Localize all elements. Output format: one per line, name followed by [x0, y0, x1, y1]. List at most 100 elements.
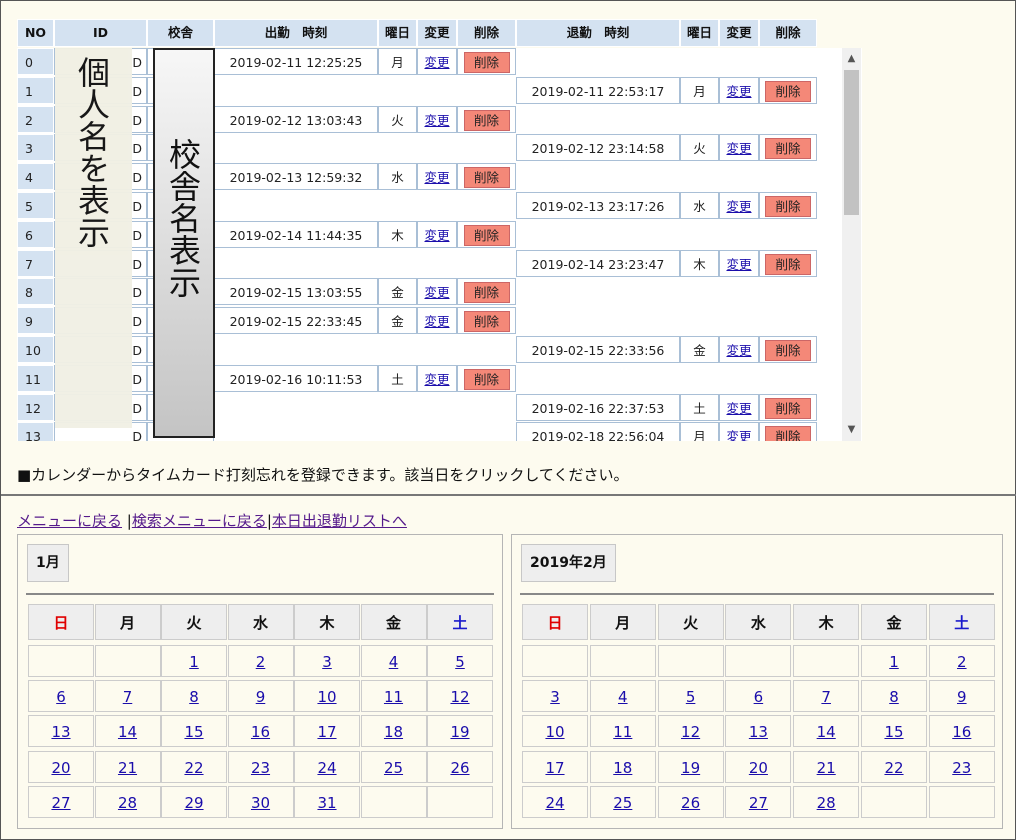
delete-clock-in-button[interactable]: 削除 — [463, 224, 510, 246]
back-to-menu-link[interactable]: メニューに戻る — [17, 512, 122, 530]
calendar-day-link[interactable]: 30 — [251, 794, 270, 812]
calendar-day-link[interactable]: 29 — [184, 794, 203, 812]
delete-clock-in-button[interactable]: 削除 — [463, 167, 510, 189]
clock-out-time: 2019-02-15 22:33:56 — [516, 336, 680, 363]
calendar-day-link[interactable]: 24 — [545, 794, 564, 812]
calendar-day-link[interactable]: 3 — [550, 688, 560, 706]
calendar-day-link[interactable]: 2 — [957, 653, 967, 671]
scroll-down-icon[interactable]: ▼ — [842, 421, 861, 439]
calendar-day-link[interactable]: 4 — [389, 653, 399, 671]
calendar-day-link[interactable]: 22 — [884, 759, 903, 777]
calendar-day-link[interactable]: 14 — [817, 723, 836, 741]
calendar-day-link[interactable]: 7 — [821, 688, 831, 706]
calendar-day-link[interactable]: 9 — [256, 688, 266, 706]
calendar-day-link[interactable]: 21 — [118, 759, 137, 777]
calendar-day-link[interactable]: 23 — [952, 759, 971, 777]
calendar-day-link[interactable]: 8 — [189, 688, 199, 706]
delete-clock-out-button[interactable]: 削除 — [765, 80, 811, 102]
calendar-day-link[interactable]: 5 — [686, 688, 696, 706]
calendar-day-link[interactable]: 1 — [189, 653, 199, 671]
change-clock-out-link[interactable]: 変更 — [726, 84, 751, 99]
calendar-day-link[interactable]: 11 — [613, 723, 632, 741]
calendar-day-link[interactable]: 27 — [749, 794, 768, 812]
change-clock-in-link[interactable]: 変更 — [424, 314, 449, 329]
calendar-day-link[interactable]: 15 — [884, 723, 903, 741]
change-clock-in-link[interactable]: 変更 — [424, 285, 449, 300]
calendar-day-link[interactable]: 24 — [317, 759, 336, 777]
calendar-day-link[interactable]: 10 — [317, 688, 336, 706]
change-clock-in-link[interactable]: 変更 — [424, 113, 449, 128]
calendar-day-link[interactable]: 2 — [256, 653, 266, 671]
calendar-day-link[interactable]: 4 — [618, 688, 628, 706]
delete-clock-out-button[interactable]: 削除 — [765, 253, 811, 275]
change-clock-out-link[interactable]: 変更 — [726, 141, 751, 156]
calendar-day-link[interactable]: 14 — [118, 723, 137, 741]
calendar-day-link[interactable]: 6 — [754, 688, 764, 706]
delete-clock-in-button[interactable]: 削除 — [463, 282, 510, 304]
delete-clock-in-button[interactable]: 削除 — [463, 311, 510, 333]
calendar-day-link[interactable]: 26 — [681, 794, 700, 812]
change-clock-out-link[interactable]: 変更 — [726, 257, 751, 272]
calendar-empty-cell — [725, 645, 792, 677]
delete-clock-in-button[interactable]: 削除 — [463, 109, 510, 131]
delete-clock-out-button[interactable]: 削除 — [765, 196, 811, 217]
calendar-day-link[interactable]: 25 — [384, 759, 403, 777]
calendar-day-link[interactable]: 23 — [251, 759, 270, 777]
calendar-day-link[interactable]: 13 — [51, 723, 70, 741]
calendar-day-link[interactable]: 12 — [681, 723, 700, 741]
calendar-day-cell: 3 — [294, 645, 360, 677]
table-scrollbar[interactable]: ▲ ▼ — [842, 48, 861, 441]
calendar-day-link[interactable]: 8 — [889, 688, 899, 706]
change-clock-in-link[interactable]: 変更 — [424, 228, 449, 243]
calendar-day-link[interactable]: 9 — [957, 688, 967, 706]
delete-clock-in-button[interactable]: 削除 — [463, 52, 510, 73]
calendar-day-link[interactable]: 18 — [384, 723, 403, 741]
calendar-day-link[interactable]: 7 — [123, 688, 133, 706]
calendar-day-link[interactable]: 16 — [952, 723, 971, 741]
calendar-day-link[interactable]: 21 — [817, 759, 836, 777]
calendar-day-cell: 28 — [793, 785, 860, 818]
calendar-day-link[interactable]: 17 — [317, 723, 336, 741]
delete-clock-out-button[interactable]: 削除 — [765, 397, 811, 419]
change-clock-in-link[interactable]: 変更 — [424, 55, 449, 70]
calendar-day-link[interactable]: 20 — [51, 759, 70, 777]
delete-clock-out-button[interactable]: 削除 — [765, 340, 811, 361]
calendar-day-link[interactable]: 10 — [545, 723, 564, 741]
calendar-day-link[interactable]: 19 — [450, 723, 469, 741]
scroll-thumb[interactable] — [844, 70, 859, 215]
change-clock-in-link[interactable]: 変更 — [424, 372, 449, 387]
calendar-day-link[interactable]: 17 — [545, 759, 564, 777]
calendar-day-link[interactable]: 26 — [450, 759, 469, 777]
calendar-day-link[interactable]: 20 — [749, 759, 768, 777]
calendar-day-link[interactable]: 28 — [118, 794, 137, 812]
calendar-day-link[interactable]: 27 — [51, 794, 70, 812]
calendar-day-link[interactable]: 22 — [184, 759, 203, 777]
calendar-day-link[interactable]: 31 — [317, 794, 336, 812]
change-clock-out-link[interactable]: 変更 — [726, 199, 751, 214]
calendar-day-link[interactable]: 5 — [455, 653, 465, 671]
calendar-day-link[interactable]: 11 — [384, 688, 403, 706]
change-clock-out-link[interactable]: 変更 — [726, 343, 751, 358]
calendar-day-link[interactable]: 16 — [251, 723, 270, 741]
calendar-day-link[interactable]: 19 — [681, 759, 700, 777]
calendar-day-link[interactable]: 6 — [56, 688, 66, 706]
delete-clock-in-button[interactable]: 削除 — [463, 368, 510, 390]
calendar-january: 1月 日月火水木金土 1 2 3 4 5 6 7 8 9 10 11 12 13 14 15 16 17 18 19 2… — [17, 534, 503, 829]
change-clock-in-link[interactable]: 変更 — [424, 170, 449, 185]
delete-clock-out-button[interactable]: 削除 — [765, 426, 811, 441]
calendar-day-link[interactable]: 12 — [450, 688, 469, 706]
change-clock-out-link[interactable]: 変更 — [726, 401, 751, 416]
clock-out-time: 2019-02-13 23:17:26 — [516, 192, 680, 219]
back-to-search-menu-link[interactable]: 検索メニューに戻る — [132, 512, 267, 530]
change-clock-out-link[interactable]: 変更 — [726, 429, 751, 441]
calendar-day-link[interactable]: 3 — [322, 653, 332, 671]
calendar-day-link[interactable]: 13 — [749, 723, 768, 741]
calendar-day-link[interactable]: 25 — [613, 794, 632, 812]
today-attendance-list-link[interactable]: 本日出退勤リストへ — [272, 512, 407, 530]
calendar-day-link[interactable]: 18 — [613, 759, 632, 777]
calendar-day-link[interactable]: 28 — [817, 794, 836, 812]
delete-clock-out-button[interactable]: 削除 — [765, 138, 811, 160]
scroll-up-icon[interactable]: ▲ — [842, 50, 861, 68]
calendar-day-link[interactable]: 15 — [184, 723, 203, 741]
calendar-day-link[interactable]: 1 — [889, 653, 899, 671]
